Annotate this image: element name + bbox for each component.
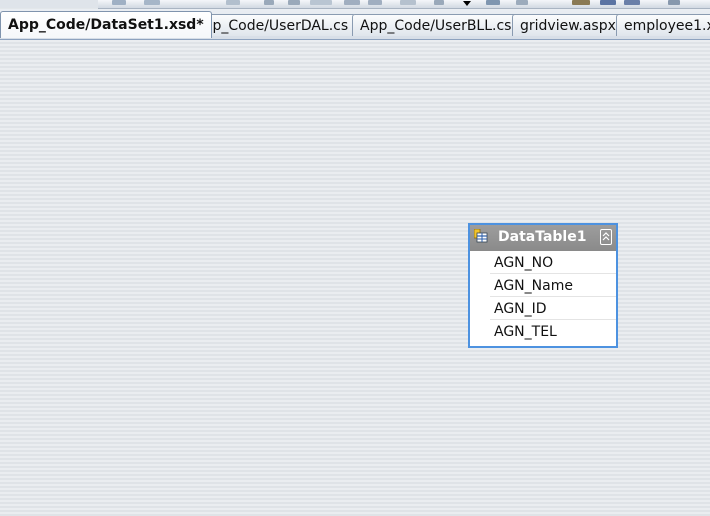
- toolbar-button[interactable]: [624, 0, 640, 5]
- column-row-agn-id[interactable]: AGN_ID: [490, 297, 616, 320]
- toolbar-button[interactable]: [144, 0, 160, 5]
- document-tab-strip: App_Code/DataSet1.xsd* App_Code/UserDAL.…: [0, 9, 710, 40]
- datatable-icon: [474, 229, 488, 243]
- toolbar-button[interactable]: [486, 0, 500, 5]
- toolbar-button[interactable]: [600, 0, 616, 5]
- datatable-title: DataTable1: [498, 229, 587, 245]
- collapse-chevron-icon[interactable]: [600, 229, 612, 245]
- toolbar-button[interactable]: [668, 0, 680, 5]
- toolbar-button[interactable]: [572, 0, 590, 5]
- toolbar-button[interactable]: [344, 0, 360, 5]
- toolbar-button[interactable]: [264, 0, 274, 5]
- column-row-agn-no[interactable]: AGN_NO: [490, 251, 616, 274]
- toolbar: [0, 0, 710, 9]
- toolbar-button[interactable]: [288, 0, 300, 5]
- tab-dataset1-xsd[interactable]: App_Code/DataSet1.xsd*: [0, 11, 212, 38]
- column-row-agn-name[interactable]: AGN_Name: [490, 274, 616, 297]
- toolbar-button[interactable]: [516, 0, 528, 5]
- toolbar-button[interactable]: [400, 0, 416, 5]
- dropdown-arrow-icon[interactable]: [463, 1, 471, 6]
- toolbar-button[interactable]: [310, 0, 332, 5]
- tab-employee1[interactable]: employee1.xn: [616, 14, 710, 36]
- toolbar-button[interactable]: [226, 0, 240, 5]
- toolbar-bar: [98, 0, 710, 9]
- datatable-columns: AGN_NO AGN_Name AGN_ID AGN_TEL: [470, 251, 616, 346]
- tab-gridview-aspx[interactable]: gridview.aspx: [512, 14, 624, 36]
- toolbar-button[interactable]: [368, 0, 382, 5]
- tab-userbll-cs[interactable]: App_Code/UserBLL.cs: [352, 14, 520, 36]
- datatable-box[interactable]: DataTable1 AGN_NO AGN_Name AGN_ID AGN_TE…: [468, 223, 618, 348]
- column-row-agn-tel[interactable]: AGN_TEL: [490, 320, 616, 342]
- toolbar-button[interactable]: [434, 0, 444, 5]
- datatable-header[interactable]: DataTable1: [470, 225, 616, 251]
- toolbar-button[interactable]: [112, 0, 126, 5]
- row-selector-gutter: [470, 251, 490, 346]
